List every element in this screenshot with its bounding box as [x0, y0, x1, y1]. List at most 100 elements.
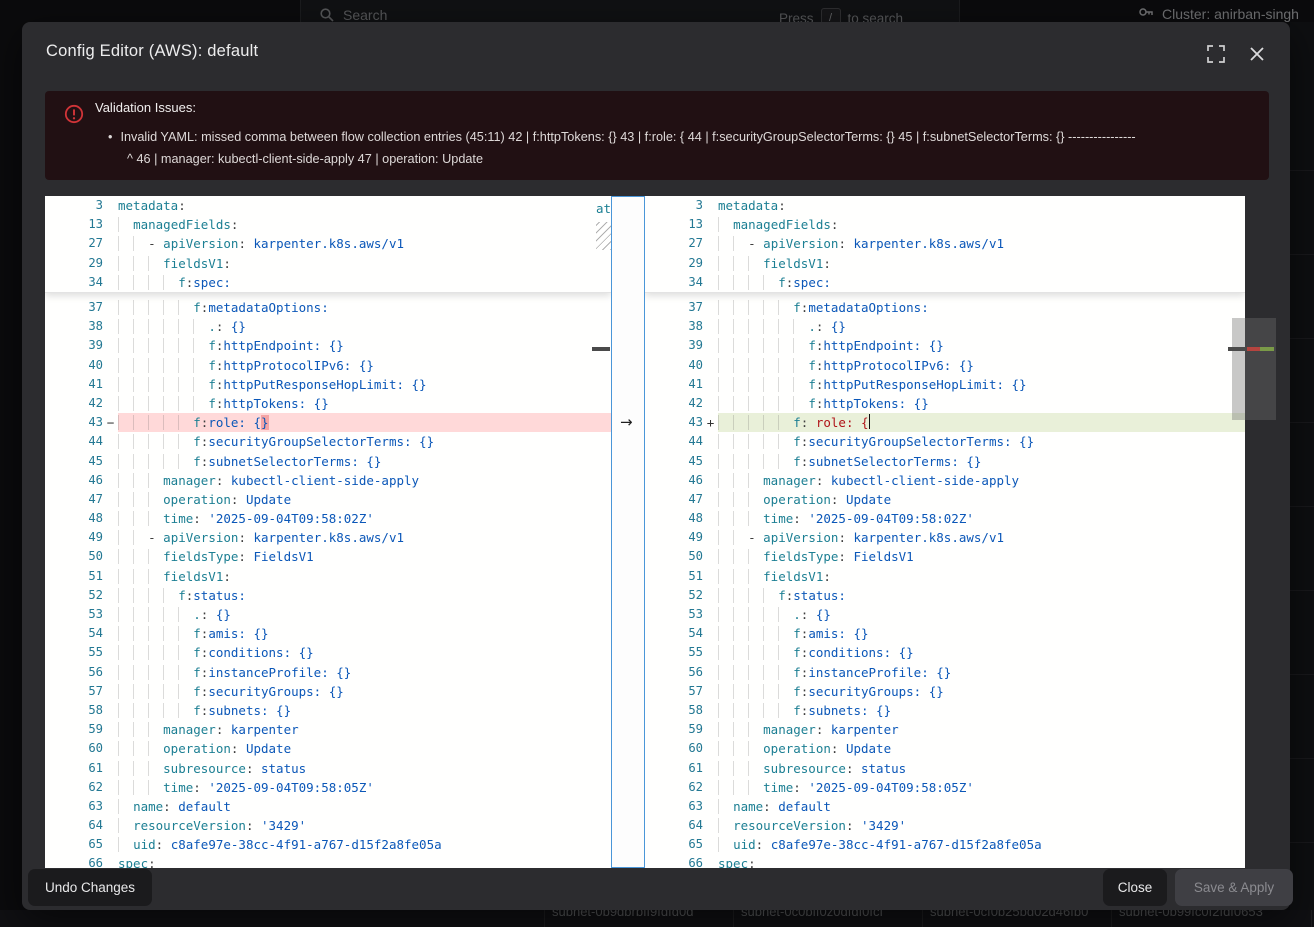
code-line[interactable]: 63 name: default: [45, 797, 611, 816]
code-line[interactable]: 53 .: {}: [645, 605, 1245, 624]
code-line[interactable]: 45 f:subnetSelectorTerms: {}: [45, 452, 611, 471]
code-line[interactable]: 46 manager: kubectl-client-side-apply: [645, 471, 1245, 490]
code-line[interactable]: 38 .: {}: [645, 317, 1245, 336]
fullscreen-icon[interactable]: [1206, 44, 1226, 64]
code-line[interactable]: 59 manager: karpenter: [645, 720, 1245, 739]
code-line[interactable]: 29 fieldsV1:: [45, 254, 611, 273]
code-line[interactable]: 42 f:httpTokens: {}: [45, 394, 611, 413]
code-line[interactable]: 55 f:conditions: {}: [45, 643, 611, 662]
line-number: 43: [645, 413, 703, 432]
code-line[interactable]: 65 uid: c8afe97e-38cc-4f91-a767-d15f2a8f…: [45, 835, 611, 854]
code-line[interactable]: 64 resourceVersion: '3429': [645, 816, 1245, 835]
code-line[interactable]: 42 f:httpTokens: {}: [645, 394, 1245, 413]
code-line[interactable]: 44 f:securityGroupSelectorTerms: {}: [645, 432, 1245, 451]
code-line[interactable]: 56 f:instanceProfile: {}: [45, 663, 611, 682]
code-line[interactable]: 34 f:spec:: [645, 273, 1245, 292]
code-line[interactable]: 41 f:httpPutResponseHopLimit: {}: [645, 375, 1245, 394]
code-line[interactable]: 27 - apiVersion: karpenter.k8s.aws/v1: [45, 234, 611, 253]
validation-title: Validation Issues:: [95, 100, 196, 115]
code-line[interactable]: 50 fieldsType: FieldsV1: [45, 547, 611, 566]
code-line[interactable]: 58 f:subnets: {}: [645, 701, 1245, 720]
code-line[interactable]: 60 operation: Update: [45, 739, 611, 758]
line-number: 54: [45, 624, 103, 643]
diff-pane-original[interactable]: 37 f:metadataOptions:38 .: {}39 f:httpEn…: [45, 196, 611, 868]
code-line[interactable]: 55 f:conditions: {}: [645, 643, 1245, 662]
code-line[interactable]: 39 f:httpEndpoint: {}: [45, 336, 611, 355]
code-line[interactable]: 40 f:httpProtocolIPv6: {}: [645, 356, 1245, 375]
save-apply-button[interactable]: Save & Apply: [1175, 869, 1293, 906]
line-number: 29: [45, 254, 103, 273]
scrollbar-slider[interactable]: [1232, 318, 1276, 420]
code-line[interactable]: 49 - apiVersion: karpenter.k8s.aws/v1: [45, 528, 611, 547]
code-line[interactable]: 40 f:httpProtocolIPv6: {}: [45, 356, 611, 375]
diff-pane-modified[interactable]: 37 f:metadataOptions:38 .: {}39 f:httpEn…: [645, 196, 1245, 868]
code-line[interactable]: 47 operation: Update: [45, 490, 611, 509]
line-number: 44: [45, 432, 103, 451]
diff-sash[interactable]: →: [611, 196, 645, 868]
code-line[interactable]: 50 fieldsType: FieldsV1: [645, 547, 1245, 566]
code-line[interactable]: 52 f:status:: [45, 586, 611, 605]
code-line[interactable]: 59 manager: karpenter: [45, 720, 611, 739]
code-line[interactable]: 27 - apiVersion: karpenter.k8s.aws/v1: [645, 234, 1245, 253]
line-number: 49: [45, 528, 103, 547]
validation-message: •Invalid YAML: missed comma between flow…: [108, 127, 1136, 170]
code-line[interactable]: 3 metadata:: [645, 196, 1245, 215]
line-number: 48: [645, 509, 703, 528]
line-number: 64: [645, 816, 703, 835]
line-number: 53: [645, 605, 703, 624]
code-line[interactable]: 48 time: '2025-09-04T09:58:02Z': [45, 509, 611, 528]
code-line[interactable]: 53 .: {}: [45, 605, 611, 624]
line-number: 50: [45, 547, 103, 566]
line-number: 66: [45, 854, 103, 868]
code-line[interactable]: 46 manager: kubectl-client-side-apply: [45, 471, 611, 490]
code-line[interactable]: 61 subresource: status: [645, 759, 1245, 778]
overview-ruler-mark-dark: [1228, 347, 1247, 351]
code-line[interactable]: 44 f:securityGroupSelectorTerms: {}: [45, 432, 611, 451]
code-line[interactable]: 57 f:securityGroups: {}: [645, 682, 1245, 701]
code-line[interactable]: 29 fieldsV1:: [645, 254, 1245, 273]
code-line[interactable]: 66 spec:: [45, 854, 611, 868]
code-line[interactable]: 64 resourceVersion: '3429': [45, 816, 611, 835]
code-line[interactable]: 13 managedFields:: [45, 215, 611, 234]
code-line[interactable]: 62 time: '2025-09-04T09:58:05Z': [645, 778, 1245, 797]
code-line[interactable]: 62 time: '2025-09-04T09:58:05Z': [45, 778, 611, 797]
close-icon[interactable]: [1247, 44, 1267, 64]
code-line[interactable]: 66 spec:: [645, 854, 1245, 868]
code-line[interactable]: 61 subresource: status: [45, 759, 611, 778]
code-line[interactable]: 38 .: {}: [45, 317, 611, 336]
code-line[interactable]: 45 f:subnetSelectorTerms: {}: [645, 452, 1245, 471]
code-line[interactable]: 57 f:securityGroups: {}: [45, 682, 611, 701]
code-line[interactable]: 41 f:httpPutResponseHopLimit: {}: [45, 375, 611, 394]
code-line[interactable]: 51 fieldsV1:: [45, 567, 611, 586]
line-number: 45: [45, 452, 103, 471]
code-line[interactable]: 47 operation: Update: [645, 490, 1245, 509]
code-line[interactable]: 39 f:httpEndpoint: {}: [645, 336, 1245, 355]
undo-changes-button[interactable]: Undo Changes: [28, 869, 152, 906]
code-line[interactable]: 49 - apiVersion: karpenter.k8s.aws/v1: [645, 528, 1245, 547]
code-line[interactable]: 37 f:metadataOptions:: [645, 298, 1245, 317]
code-line[interactable]: 43− f:role: {}: [45, 413, 611, 432]
code-line[interactable]: 43+ f: role: {: [645, 413, 1245, 432]
line-number: 60: [645, 739, 703, 758]
line-number: 13: [645, 215, 703, 234]
line-number: 63: [645, 797, 703, 816]
code-line[interactable]: 58 f:subnets: {}: [45, 701, 611, 720]
code-line[interactable]: 54 f:amis: {}: [645, 624, 1245, 643]
code-line[interactable]: 60 operation: Update: [645, 739, 1245, 758]
code-line[interactable]: 63 name: default: [645, 797, 1245, 816]
close-button[interactable]: Close: [1103, 869, 1167, 906]
code-line[interactable]: 54 f:amis: {}: [45, 624, 611, 643]
code-line[interactable]: 48 time: '2025-09-04T09:58:02Z': [645, 509, 1245, 528]
line-number: 57: [645, 682, 703, 701]
code-line[interactable]: 13 managedFields:: [645, 215, 1245, 234]
revert-diff-arrow-icon[interactable]: →: [620, 413, 633, 431]
code-line[interactable]: 56 f:instanceProfile: {}: [645, 663, 1245, 682]
code-line[interactable]: 3 metadata:: [45, 196, 611, 215]
line-number: 64: [45, 816, 103, 835]
code-line[interactable]: 37 f:metadataOptions:: [45, 298, 611, 317]
code-line[interactable]: 51 fieldsV1:: [645, 567, 1245, 586]
line-number: 45: [645, 452, 703, 471]
code-line[interactable]: 52 f:status:: [645, 586, 1245, 605]
code-line[interactable]: 34 f:spec:: [45, 273, 611, 292]
code-line[interactable]: 65 uid: c8afe97e-38cc-4f91-a767-d15f2a8f…: [645, 835, 1245, 854]
